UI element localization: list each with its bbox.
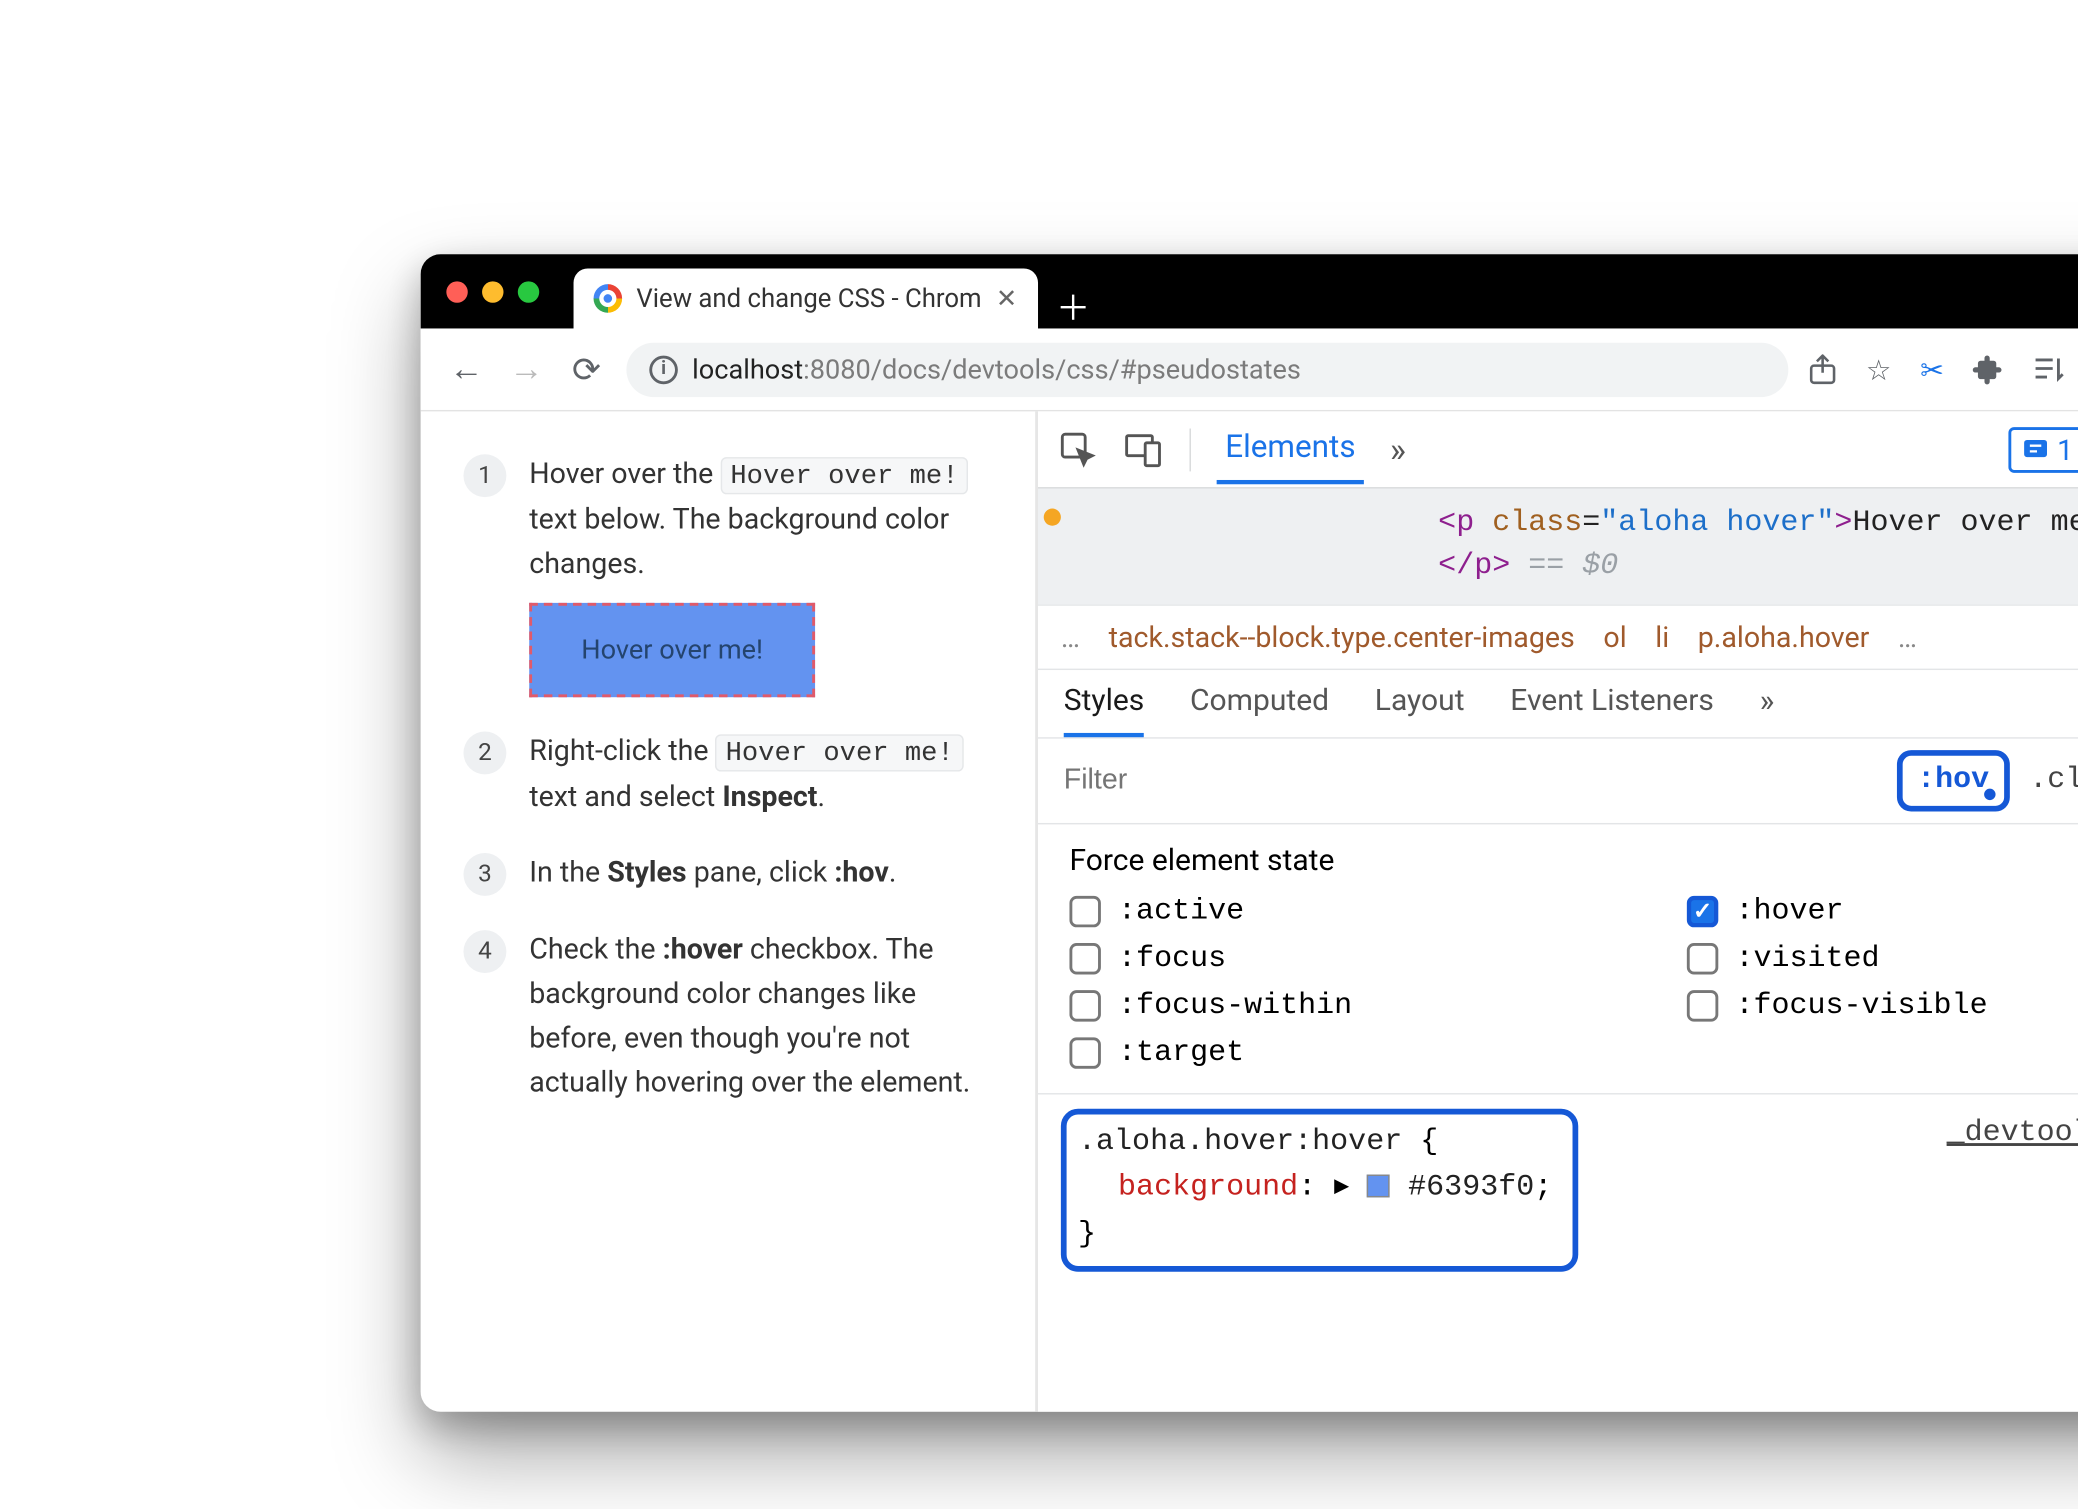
force-state-panel: Force element state :active ✓:hover :foc… [1038, 824, 2078, 1094]
close-window-icon[interactable] [446, 281, 467, 302]
address-bar[interactable]: i localhost:8080/docs/devtools/css/#pseu… [626, 342, 1788, 396]
pseudo-state-marker-icon [1044, 509, 1061, 526]
breadcrumbs: … tack.stack--block.type.center-images o… [1038, 604, 2078, 670]
forward-button[interactable]: → [506, 348, 546, 389]
crumb[interactable]: li [1655, 620, 1669, 654]
subtab-event-listeners[interactable]: Event Listeners [1510, 684, 1714, 737]
issues-button[interactable]: 1 [2009, 426, 2078, 472]
styles-filter-input[interactable] [1058, 756, 1877, 806]
rule-property[interactable]: background [1118, 1172, 1298, 1205]
chk-target[interactable]: :target [1069, 1037, 1629, 1070]
extensions-icon[interactable] [1973, 353, 2004, 384]
tab-title: View and change CSS - Chrom [636, 283, 981, 313]
step-number: 4 [463, 931, 506, 974]
window-controls [421, 281, 540, 302]
step-4: 4 Check the :hover checkbox. The backgro… [463, 928, 1006, 1105]
chk-focus-visible[interactable]: :focus-visible [1687, 990, 2078, 1023]
toggle-cls-button[interactable]: .cls [2029, 764, 2078, 797]
hover-over-me-demo[interactable]: Hover over me! [529, 604, 815, 698]
site-info-icon[interactable]: i [649, 355, 678, 384]
tabstrip: View and change CSS - Chrom ✕ ＋ ⌄ [574, 254, 2078, 328]
chk-hover[interactable]: ✓:hover [1687, 896, 2078, 929]
subtab-styles[interactable]: Styles [1064, 684, 1145, 737]
step-number: 3 [463, 853, 506, 896]
new-tab-button[interactable]: ＋ [1049, 280, 1098, 329]
subtab-computed[interactable]: Computed [1190, 684, 1329, 737]
toolbar: ← → ⟳ i localhost:8080/docs/devtools/css… [421, 328, 2078, 411]
share-icon[interactable] [1809, 353, 1838, 384]
reload-button[interactable]: ⟳ [566, 349, 606, 389]
crumb[interactable]: p.aloha.hover [1698, 620, 1870, 654]
code-inline: Hover over me! [716, 734, 964, 771]
force-state-heading: Force element state [1069, 844, 2078, 878]
toggle-hov-button[interactable]: :hov [1897, 750, 2009, 811]
url-host: localhost:8080/docs/devtools/css/#pseudo… [692, 353, 1301, 386]
styles-subtabs: Styles Computed Layout Event Listeners » [1038, 670, 2078, 739]
more-subtabs-icon[interactable]: » [1760, 684, 1775, 737]
breadcrumb-overflow-icon[interactable]: … [1898, 620, 1917, 654]
devtools-panel: Elements » 1 ⚙ ⋮ ✕ <p class="aloha hover… [1038, 411, 2078, 1411]
reading-list-icon[interactable] [2033, 355, 2064, 384]
maximize-window-icon[interactable] [518, 281, 539, 302]
styles-filter-bar: :hov .cls ＋ [1038, 738, 2078, 824]
crumb[interactable]: ol [1603, 620, 1626, 654]
scissors-icon[interactable]: ✂ [1920, 352, 1944, 386]
chk-focus[interactable]: :focus [1069, 943, 1629, 976]
step-number: 2 [463, 731, 506, 774]
crumb[interactable]: tack.stack--block.type.center-images [1109, 620, 1575, 654]
tab-elements[interactable]: Elements [1217, 415, 1364, 484]
rule-selector[interactable]: .aloha.hover:hover [1078, 1126, 1402, 1159]
minimize-window-icon[interactable] [482, 281, 503, 302]
subtab-layout[interactable]: Layout [1375, 684, 1465, 737]
browser-tab[interactable]: View and change CSS - Chrom ✕ [574, 268, 1038, 328]
dom-selected-node[interactable]: <p class="aloha hover">Hover over me! </… [1038, 489, 2078, 605]
toolbar-actions: ☆ ✂ ⋮ [1809, 348, 2078, 391]
close-tab-icon[interactable]: ✕ [996, 283, 1018, 313]
browser-window: View and change CSS - Chrom ✕ ＋ ⌄ ← → ⟳ … [421, 254, 2078, 1412]
issues-count: 1 [2057, 432, 2073, 466]
more-tabs-icon[interactable]: » [1390, 429, 1406, 469]
bookmark-icon[interactable]: ☆ [1866, 352, 1892, 386]
content: 1 Hover over the Hover over me! text bel… [421, 411, 2078, 1411]
rule-source-link[interactable]: _devtools.scss:25 [1947, 1111, 2078, 1158]
device-toggle-icon[interactable] [1124, 431, 1164, 468]
step-2: 2 Right-click the Hover over me! text an… [463, 728, 1006, 819]
titlebar: View and change CSS - Chrom ✕ ＋ ⌄ [421, 254, 2078, 328]
step-number: 1 [463, 454, 506, 497]
chk-focus-within[interactable]: :focus-within [1069, 990, 1629, 1023]
favicon-chrome-icon [594, 284, 623, 313]
chk-active[interactable]: :active [1069, 896, 1629, 929]
code-inline: Hover over me! [720, 457, 968, 494]
css-rule[interactable]: _devtools.scss:25 .aloha.hover:hover { b… [1038, 1094, 2078, 1285]
rule-value[interactable]: #6393f0 [1408, 1172, 1534, 1205]
breadcrumb-overflow-icon[interactable]: … [1061, 620, 1080, 654]
step-1: 1 Hover over the Hover over me! text bel… [463, 451, 1006, 697]
step-3: 3 In the Styles pane, click :hov. [463, 851, 1006, 897]
inspect-icon[interactable] [1058, 429, 1098, 469]
page-content: 1 Hover over the Hover over me! text bel… [421, 411, 1036, 1411]
back-button[interactable]: ← [446, 348, 486, 389]
chk-visited[interactable]: :visited [1687, 943, 2078, 976]
devtools-toolbar: Elements » 1 ⚙ ⋮ ✕ [1038, 411, 2078, 488]
color-swatch-icon[interactable] [1367, 1175, 1390, 1198]
